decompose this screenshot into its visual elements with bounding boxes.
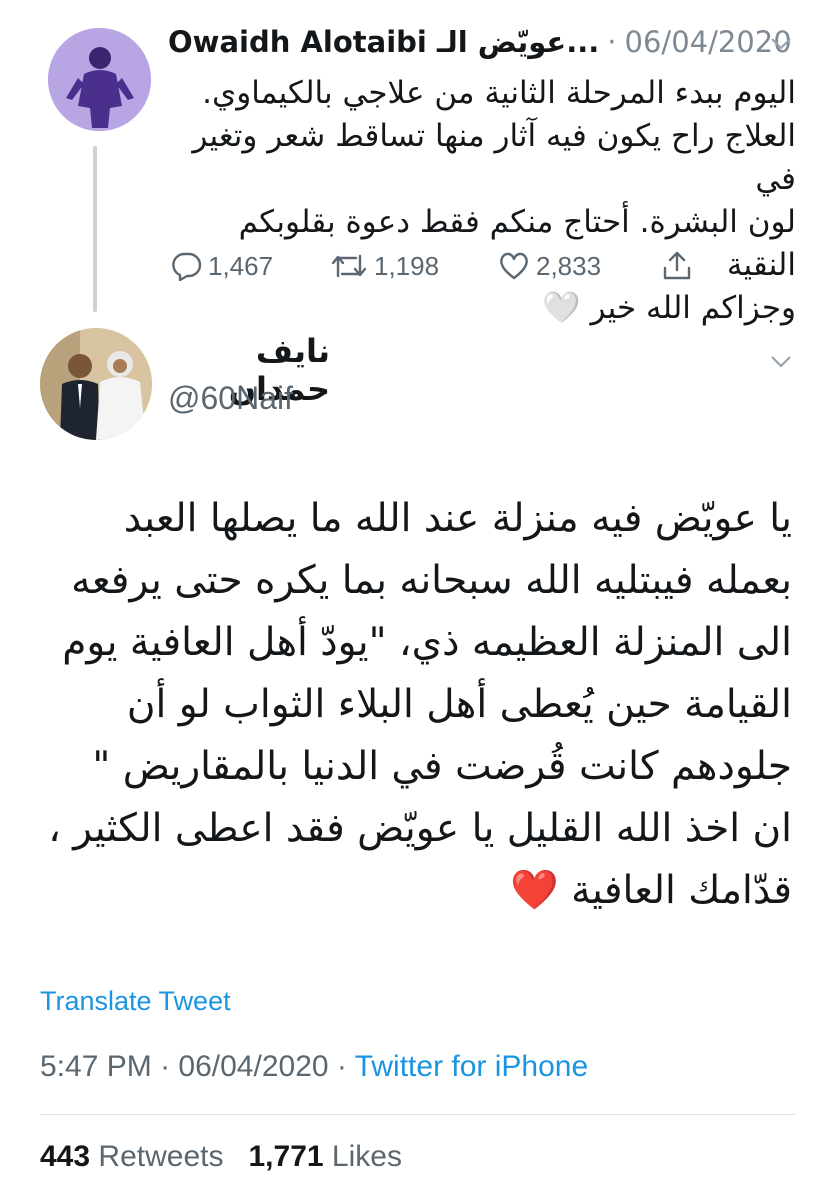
tweet-line: اليوم ببدء المرحلة الثانية من علاجي بالك… (202, 75, 796, 111)
engagement-stats: 443 Retweets 1,771 Likes (40, 1140, 402, 1174)
original-author-avatar[interactable] (48, 28, 151, 131)
retweets-stat[interactable]: 443 Retweets (40, 1140, 223, 1173)
tweet-line: بعمله فيبتليه الله سبحانه بما يكره حتى ي… (71, 558, 792, 603)
retweet-icon (330, 252, 368, 280)
likes-label: Likes (331, 1140, 402, 1173)
tweet-line: الى المنزلة العظيمه ذي، "يودّ أهل العافي… (62, 620, 792, 665)
like-button[interactable]: 2,833 (498, 246, 601, 286)
original-tweet-date[interactable]: 06/04/2020 (625, 25, 792, 59)
chevron-down-icon[interactable] (770, 346, 792, 376)
reply-count: 1,467 (208, 250, 274, 281)
retweets-count: 443 (40, 1140, 91, 1173)
retweet-button[interactable]: 1,198 (330, 246, 439, 286)
tweet-line: قدّامك العافية ❤️ (510, 868, 792, 913)
tweet-line: القيامة حين يُعطى أهل البلاء الثواب لو أ… (126, 682, 792, 727)
original-author-name[interactable]: Owaidh Alotaibi عويّض الـ... (168, 25, 599, 59)
retweet-count: 1,198 (374, 250, 440, 281)
header-separator: · (607, 25, 617, 59)
reply-tweet-text: يا عويّض فيه منزلة عند الله ما يصلها الع… (40, 488, 792, 922)
reply-author-handle[interactable]: @60Naif (168, 380, 293, 417)
tweet-line: يا عويّض فيه منزلة عند الله ما يصلها الع… (123, 496, 792, 541)
like-count: 2,833 (536, 250, 602, 281)
share-icon (660, 250, 694, 282)
likes-count: 1,771 (248, 1140, 324, 1173)
original-tweet-header: Owaidh Alotaibi عويّض الـ... · 06/04/202… (168, 22, 792, 62)
tweet-line: جلودهم كانت قُرضت في الدنيا بالمقاريض " (92, 744, 792, 789)
divider (40, 1114, 796, 1115)
reply-button[interactable]: 1,467 (170, 246, 273, 286)
tweet-line: العلاج راح يكون فيه آثار منها تساقط شعر … (192, 118, 796, 197)
tweet-line: وجزاكم الله خير 🤍 (542, 290, 796, 326)
retweets-label: Retweets (98, 1140, 224, 1173)
translate-tweet-link[interactable]: Translate Tweet (40, 986, 231, 1017)
tweet-time: 5:47 PM (40, 1050, 152, 1083)
like-icon (498, 251, 530, 281)
tweet-line: ان اخذ الله القليل يا عويّض فقد اعطى الك… (48, 806, 792, 851)
thread-connector-line (93, 146, 97, 312)
share-button[interactable] (660, 246, 694, 286)
chevron-down-icon[interactable] (770, 28, 792, 58)
tweet-source-link[interactable]: Twitter for iPhone (355, 1050, 588, 1083)
reply-icon (170, 251, 202, 281)
timestamp-separator: · (160, 1050, 171, 1083)
tweet-timestamp-row: 5:47 PM · 06/04/2020 · Twitter for iPhon… (40, 1050, 588, 1084)
tweet-date: 06/04/2020 (178, 1050, 329, 1083)
reply-author-avatar[interactable] (40, 328, 152, 440)
timestamp-separator: · (336, 1050, 347, 1083)
original-tweet-text: اليوم ببدء المرحلة الثانية من علاجي بالك… (176, 72, 796, 330)
likes-stat[interactable]: 1,771 Likes (248, 1140, 401, 1173)
